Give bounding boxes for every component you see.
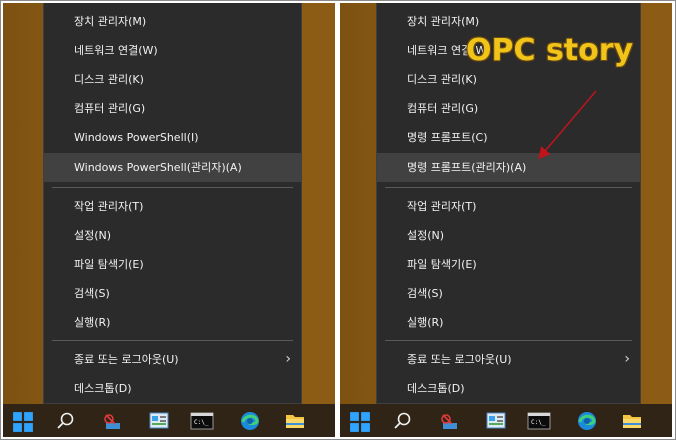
file-explorer-icon[interactable] <box>284 410 306 432</box>
control-panel-icon[interactable] <box>148 410 170 432</box>
edge-browser-icon[interactable] <box>576 410 598 432</box>
menu-item-label: 종료 또는 로그아웃(U) <box>407 353 512 366</box>
chevron-right-icon: › <box>285 351 291 367</box>
menu-item-settings[interactable]: 설정(N) <box>377 221 640 250</box>
menu-separator <box>52 187 293 188</box>
menu-item-search[interactable]: 검색(S) <box>377 279 640 308</box>
command-prompt-icon[interactable]: C:\_ <box>527 410 551 432</box>
menu-item-desktop[interactable]: 데스크톱(D) <box>44 374 301 403</box>
control-panel-icon[interactable] <box>485 410 507 432</box>
menu-item-device-manager[interactable]: 장치 관리자(M) <box>44 7 301 36</box>
menu-item-label: 파일 탐색기(E) <box>74 258 144 271</box>
search-icon[interactable] <box>55 410 77 432</box>
menu-item-disk-management[interactable]: 디스크 관리(K) <box>44 65 301 94</box>
windows-start-icon <box>13 412 33 432</box>
menu-item-shutdown-signout[interactable]: 종료 또는 로그아웃(U) › <box>377 345 640 374</box>
menu-item-task-manager[interactable]: 작업 관리자(T) <box>44 192 301 221</box>
menu-item-network-connections[interactable]: 네트워크 연결(W) <box>44 36 301 65</box>
menu-item-label: 종료 또는 로그아웃(U) <box>74 353 179 366</box>
menu-separator <box>385 340 632 341</box>
snipping-tool-icon[interactable] <box>438 410 460 432</box>
menu-item-computer-management[interactable]: 컴퓨터 관리(G) <box>44 94 301 123</box>
svg-text:C:\_: C:\_ <box>194 419 209 426</box>
menu-item-label: Windows PowerShell(I) <box>74 131 199 144</box>
menu-item-label: Windows PowerShell(관리자)(A) <box>74 161 242 174</box>
menu-item-run[interactable]: 실행(R) <box>44 308 301 337</box>
menu-item-label: 디스크 관리(K) <box>74 73 144 86</box>
menu-item-label: 실행(R) <box>74 316 111 329</box>
menu-item-label: 검색(S) <box>407 287 443 300</box>
menu-item-label: 데스크톱(D) <box>74 382 132 395</box>
taskbar: C:\_ <box>340 404 672 437</box>
svg-text:C:\_: C:\_ <box>531 419 546 426</box>
command-prompt-icon[interactable]: C:\_ <box>190 410 214 432</box>
menu-item-file-explorer[interactable]: 파일 탐색기(E) <box>377 250 640 279</box>
menu-item-label: 파일 탐색기(E) <box>407 258 477 271</box>
winx-menu-powershell: 장치 관리자(M) 네트워크 연결(W) 디스크 관리(K) 컴퓨터 관리(G)… <box>43 3 302 404</box>
taskbar: C:\_ <box>3 404 335 437</box>
menu-item-powershell[interactable]: Windows PowerShell(I) <box>44 123 301 152</box>
file-explorer-icon[interactable] <box>621 410 643 432</box>
snipping-tool-icon[interactable] <box>101 410 123 432</box>
edge-browser-icon[interactable] <box>239 410 261 432</box>
start-button[interactable] <box>3 404 41 437</box>
menu-item-label: 검색(S) <box>74 287 110 300</box>
right-panel: 장치 관리자(M) 네트워크 연결(W) 디스크 관리(K) 컴퓨터 관리(G)… <box>340 3 672 437</box>
menu-item-label: 장치 관리자(M) <box>74 15 147 28</box>
search-icon[interactable] <box>392 410 414 432</box>
windows-start-icon <box>350 412 370 432</box>
menu-item-powershell-admin[interactable]: Windows PowerShell(관리자)(A) <box>44 153 301 182</box>
menu-item-label: 설정(N) <box>407 229 445 242</box>
menu-item-label: 데스크톱(D) <box>407 382 465 395</box>
menu-item-shutdown-signout[interactable]: 종료 또는 로그아웃(U) › <box>44 345 301 374</box>
menu-item-file-explorer[interactable]: 파일 탐색기(E) <box>44 250 301 279</box>
start-button[interactable] <box>340 404 378 437</box>
chevron-right-icon: › <box>624 351 630 367</box>
menu-item-label: 컴퓨터 관리(G) <box>74 102 146 115</box>
menu-item-search[interactable]: 검색(S) <box>44 279 301 308</box>
menu-item-desktop[interactable]: 데스크톱(D) <box>377 374 640 403</box>
left-panel: 장치 관리자(M) 네트워크 연결(W) 디스크 관리(K) 컴퓨터 관리(G)… <box>3 3 335 437</box>
menu-item-label: 네트워크 연결(W) <box>74 44 158 57</box>
menu-separator <box>52 340 293 341</box>
menu-item-run[interactable]: 실행(R) <box>377 308 640 337</box>
menu-item-label: 작업 관리자(T) <box>74 200 144 213</box>
menu-item-label: 실행(R) <box>407 316 444 329</box>
menu-item-label: 설정(N) <box>74 229 112 242</box>
red-arrow-annotation <box>538 90 597 160</box>
menu-item-settings[interactable]: 설정(N) <box>44 221 301 250</box>
